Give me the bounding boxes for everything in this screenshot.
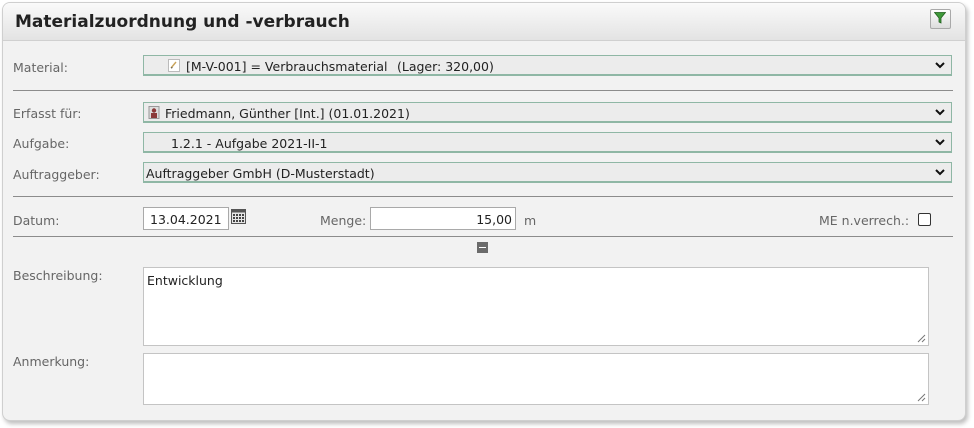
- me-nverrech-checkbox[interactable]: [918, 213, 931, 226]
- beschreibung-textarea[interactable]: Entwicklung: [143, 267, 929, 346]
- panel-title: Materialzuordnung und -verbrauch: [15, 12, 350, 32]
- divider: [13, 196, 953, 197]
- material-panel: Materialzuordnung und -verbrauch Materia…: [2, 2, 966, 421]
- panel-header: Materialzuordnung und -verbrauch: [3, 3, 965, 41]
- erfasst-fuer-label: Erfasst für:: [13, 106, 82, 121]
- chevron-down-icon: [930, 57, 950, 74]
- material-label: Material:: [13, 60, 68, 75]
- auftraggeber-select[interactable]: Auftraggeber GmbH (D-Musterstadt): [143, 162, 952, 183]
- aufgabe-label: Aufgabe:: [13, 136, 70, 151]
- material-select[interactable]: [M-V-001] = Verbrauchsmaterial (Lager: 3…: [143, 55, 952, 76]
- datum-value: 13.04.2021: [150, 212, 222, 227]
- resize-grip-icon[interactable]: [917, 334, 926, 343]
- calendar-icon[interactable]: [231, 209, 246, 227]
- auftraggeber-label: Auftraggeber:: [13, 167, 100, 182]
- material-icon: [168, 59, 180, 72]
- aufgabe-value: 1.2.1 - Aufgabe 2021-II-1: [171, 136, 328, 151]
- material-stock: (Lager: 320,00): [397, 59, 494, 74]
- erfasst-fuer-value: Friedmann, Günther [Int.] (01.01.2021): [165, 106, 410, 121]
- datum-label: Datum:: [13, 213, 60, 228]
- divider: [13, 90, 953, 91]
- filter-icon: [934, 12, 946, 24]
- menge-value: 15,00: [476, 212, 512, 227]
- chevron-down-icon: [930, 164, 950, 181]
- aufgabe-select[interactable]: 1.2.1 - Aufgabe 2021-II-1: [143, 132, 952, 153]
- menge-input[interactable]: 15,00: [370, 207, 516, 230]
- filter-button[interactable]: [930, 9, 951, 29]
- beschreibung-value: Entwicklung: [147, 273, 223, 288]
- anmerkung-label: Anmerkung:: [13, 354, 90, 369]
- datum-input[interactable]: 13.04.2021: [143, 207, 229, 230]
- material-value: [M-V-001] = Verbrauchsmaterial: [186, 59, 388, 74]
- chevron-down-icon: [930, 134, 950, 151]
- erfasst-fuer-select[interactable]: Friedmann, Günther [Int.] (01.01.2021): [143, 102, 952, 123]
- auftraggeber-value: Auftraggeber GmbH (D-Musterstadt): [146, 166, 375, 181]
- collapse-toggle-button[interactable]: [477, 242, 488, 253]
- menge-label: Menge:: [320, 213, 367, 228]
- divider: [13, 236, 953, 237]
- me-nverrech-label: ME n.verrech.:: [819, 213, 910, 228]
- resize-grip-icon[interactable]: [917, 393, 926, 402]
- anmerkung-textarea[interactable]: [143, 353, 929, 405]
- chevron-down-icon: [930, 104, 950, 121]
- menge-unit: m: [524, 213, 537, 228]
- person-icon: [148, 106, 160, 119]
- beschreibung-label: Beschreibung:: [13, 268, 103, 283]
